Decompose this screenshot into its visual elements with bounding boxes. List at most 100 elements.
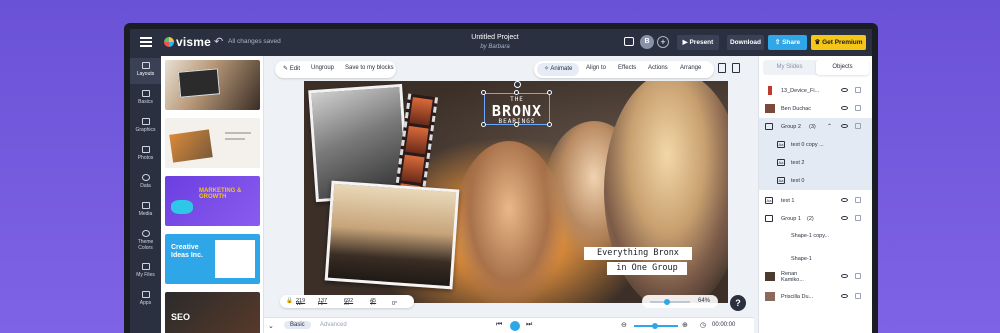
present-button[interactable]: ▶ Present — [677, 35, 719, 50]
photo-city-skyline[interactable] — [324, 180, 460, 290]
rotate-handle[interactable] — [514, 81, 521, 88]
animate-button[interactable]: ✧ Animate — [544, 65, 572, 72]
layer-item[interactable]: Aa text 2 — [759, 154, 872, 172]
ungroup-button[interactable]: Ungroup — [311, 65, 334, 71]
layer-item[interactable]: Ben Duchac — [759, 100, 872, 118]
rail-data[interactable]: Data — [130, 170, 161, 196]
slide-thumbnail[interactable]: MARKETING & GROWTH — [165, 176, 260, 226]
zoom-in-icon[interactable]: ⊕ — [682, 321, 692, 331]
download-button[interactable]: Download — [727, 35, 764, 50]
get-premium-button[interactable]: ♛ Get Premium — [811, 35, 866, 50]
tab-basic[interactable]: Basic — [284, 321, 311, 329]
zoom-out-icon[interactable]: ⊖ — [621, 321, 631, 331]
eye-icon[interactable] — [841, 106, 848, 110]
lock-icon[interactable] — [855, 87, 861, 93]
y-field[interactable]: Y: 45 — [370, 298, 376, 307]
avatar[interactable]: B — [640, 35, 654, 49]
tab-objects[interactable]: Objects — [816, 60, 869, 75]
layer-item[interactable]: Group 1 (2) — [759, 210, 872, 228]
thumbnail-text: MARKETING & GROWTH — [199, 188, 242, 200]
layer-item[interactable]: Aa text 0 — [759, 172, 872, 190]
lock-icon[interactable] — [855, 273, 861, 279]
save-to-blocks-button[interactable]: Save to my blocks — [345, 65, 394, 71]
eye-icon[interactable] — [841, 124, 848, 128]
lock-icon[interactable] — [855, 215, 861, 221]
lock-icon[interactable] — [855, 123, 861, 129]
lock-icon[interactable] — [855, 105, 861, 111]
zoom-thumb[interactable] — [664, 299, 670, 305]
effects-button[interactable]: Effects — [618, 65, 636, 71]
group-icon — [765, 215, 773, 222]
resize-handle[interactable] — [514, 122, 519, 127]
slide-thumbnail[interactable]: SEO — [165, 292, 260, 333]
help-button[interactable]: ? — [730, 295, 746, 311]
layer-item[interactable]: Priscilla Du... — [759, 288, 872, 306]
rail-basics[interactable]: Basics — [130, 86, 161, 112]
eye-icon[interactable] — [841, 216, 848, 220]
resize-handle[interactable] — [481, 122, 486, 127]
layer-item[interactable]: Aa text 1 — [759, 192, 872, 210]
project-title[interactable]: Untitled Project — [420, 34, 570, 41]
resize-handle[interactable] — [547, 90, 552, 95]
lock-icon[interactable] — [855, 293, 861, 299]
timeline-zoom-thumb[interactable] — [652, 323, 658, 329]
rail-graphics[interactable]: Graphics — [130, 114, 161, 140]
align-to-button[interactable]: Align to — [586, 65, 606, 71]
timeline-bar: ⌄ Basic Advanced ⏮ ⏭ ⊖ ⊕ ◷ 00:00:00 — [264, 317, 754, 333]
rail-apps[interactable]: Apps — [130, 287, 161, 313]
zoom-track[interactable] — [650, 301, 690, 303]
slide-canvas[interactable]: THE BRONX BEARINGS Everything Bronx in O… — [304, 81, 728, 303]
resize-handle[interactable] — [481, 90, 486, 95]
edit-button[interactable]: ✎ Edit — [283, 65, 300, 72]
layer-item[interactable]: 13_Device_Fi... — [759, 82, 872, 100]
lock-icon[interactable]: 🔒 — [286, 298, 293, 304]
x-field[interactable]: X: 692 — [344, 298, 353, 307]
add-user-icon[interactable]: + — [657, 36, 669, 48]
layer-item[interactable]: Group 2 (3) ⌃ — [759, 118, 872, 136]
slide-thumbnail[interactable]: Creative Ideas Inc. — [165, 234, 260, 284]
rail-my-files[interactable]: My Files — [130, 259, 161, 285]
title-bronx: BRONX — [491, 102, 543, 120]
layer-item[interactable]: Aa text 0 copy ... — [759, 136, 872, 154]
rail-theme-colors[interactable]: Theme Colors — [130, 226, 161, 256]
eye-icon[interactable] — [841, 88, 848, 92]
tab-advanced[interactable]: Advanced — [314, 321, 353, 329]
rail-layouts[interactable]: Layouts — [130, 58, 161, 84]
actions-button[interactable]: Actions — [648, 65, 668, 71]
layer-item[interactable]: Shape-1 copy... — [759, 230, 872, 250]
eye-icon[interactable] — [841, 198, 848, 202]
layer-item[interactable]: Renan Kamiko... — [759, 268, 872, 288]
rail-label: My Files — [136, 272, 155, 278]
menu-icon[interactable] — [140, 37, 152, 47]
trash-icon[interactable] — [732, 63, 740, 73]
duplicate-icon[interactable] — [718, 63, 726, 73]
rail-media[interactable]: Media — [130, 198, 161, 224]
arrange-button[interactable]: Arrange — [680, 65, 701, 71]
slide-thumbnail[interactable] — [165, 118, 260, 168]
lock-icon[interactable] — [855, 197, 861, 203]
folder-icon — [141, 263, 150, 270]
slide-thumbnails-panel: MARKETING & GROWTH Creative Ideas Inc. S… — [161, 56, 264, 333]
share-button[interactable]: ⇧ Share — [768, 35, 807, 50]
width-field[interactable]: W: 219 — [296, 298, 305, 307]
height-field[interactable]: H: 137 — [318, 298, 327, 307]
eye-icon[interactable] — [841, 274, 848, 278]
rail-photos[interactable]: Photos — [130, 142, 161, 168]
tab-my-slides[interactable]: My Slides — [763, 60, 816, 75]
resize-handle[interactable] — [514, 90, 519, 95]
label-everything-bronx[interactable]: Everything Bronx — [584, 247, 692, 260]
play-button[interactable] — [510, 321, 520, 331]
label-one-group[interactable]: in One Group — [607, 262, 687, 275]
chevron-down-icon[interactable]: ⌄ — [268, 322, 274, 330]
eye-icon[interactable] — [841, 294, 848, 298]
next-icon[interactable]: ⏭ — [526, 321, 536, 331]
undo-icon[interactable]: ↶ — [214, 35, 223, 48]
title-group[interactable]: THE BRONX BEARINGS — [484, 93, 550, 125]
chevron-up-icon[interactable]: ⌃ — [827, 123, 832, 130]
share-label: Share — [782, 39, 801, 46]
previous-icon[interactable]: ⏮ — [496, 321, 506, 331]
resize-handle[interactable] — [547, 122, 552, 127]
slide-thumbnail[interactable] — [165, 60, 260, 110]
layer-item[interactable]: Shape-1 — [759, 250, 872, 268]
chat-icon[interactable] — [624, 37, 634, 46]
